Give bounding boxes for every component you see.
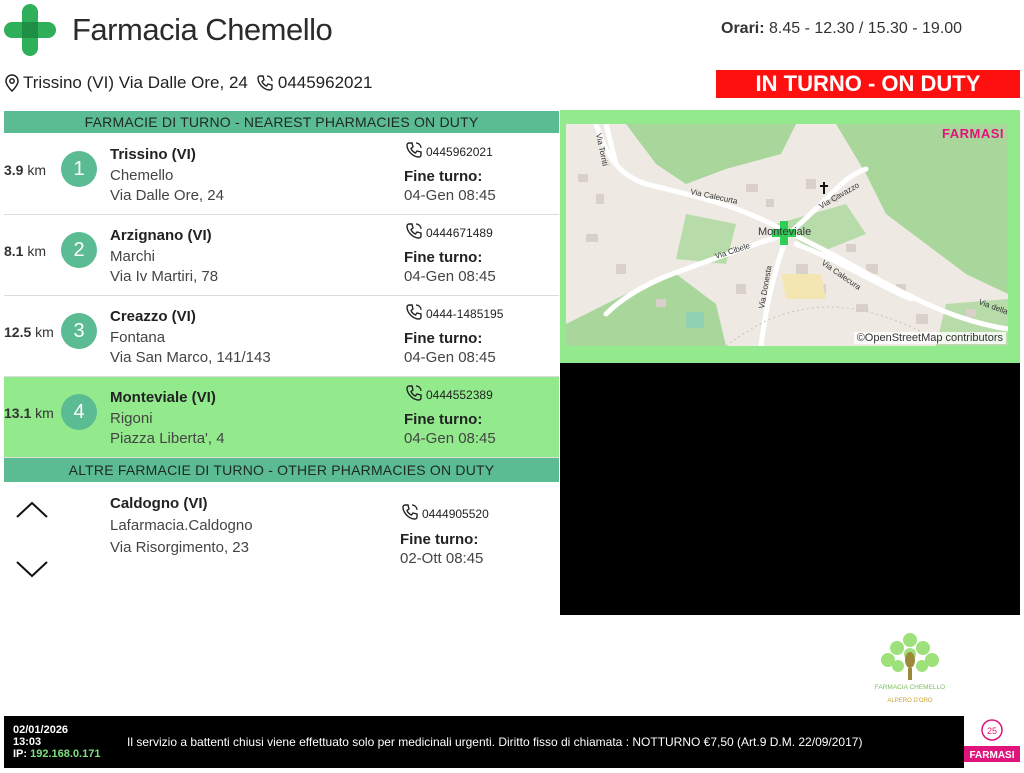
rank-badge: 1	[61, 151, 97, 187]
other-section-title: ALTRE FARMACIE DI TURNO - OTHER PHARMACI…	[4, 458, 559, 482]
pharmacy-phone[interactable]: 0444-1485195	[404, 303, 503, 321]
map-view[interactable]: Via Calecurta Via Cavazzo Via Cibele Via…	[566, 124, 1008, 346]
shift-end-value: 02-Ott 08:45	[400, 550, 484, 567]
address-row: Trissino (VI) Via Dalle Ore, 24 04459620…	[4, 73, 372, 93]
pharmacy-street: Via Dalle Ore, 24	[110, 187, 224, 204]
pharmacy-cross-logo	[4, 4, 56, 56]
media-display-area	[560, 363, 1020, 615]
location-pin-icon	[5, 74, 19, 92]
svg-text:25: 25	[987, 726, 997, 736]
map-credit[interactable]: ©OpenStreetMap contributors	[853, 332, 1006, 344]
pharmacy-name-item: Marchi	[110, 248, 156, 265]
map-panel: Via Calecurta Via Cavazzo Via Cibele Via…	[560, 110, 1020, 363]
other-pharmacy-row[interactable]: Caldogno (VI) Lafarmacia.Caldogno Via Ri…	[4, 483, 559, 603]
footer-datetime: 02/01/2026 13:03 IP: 192.168.0.171	[13, 724, 100, 760]
pharmacy-street: Via Iv Martiri, 78	[110, 268, 219, 285]
rank-badge: 2	[61, 232, 97, 268]
footer-date: 02/01/2026	[13, 724, 69, 736]
pharmacy-phone[interactable]: 0445962021	[404, 141, 493, 159]
pharmacy-name-item: Chemello	[110, 167, 174, 184]
pharmacy-name-item: Lafarmacia.Caldogno	[110, 517, 253, 534]
phone-icon	[257, 75, 273, 91]
footer-ip: IP: 192.168.0.171	[13, 748, 101, 760]
pharmacy-phone[interactable]: 0444552389	[404, 384, 493, 402]
shift-end-label: Fine turno:	[404, 168, 483, 185]
shift-end-label: Fine turno:	[404, 330, 483, 347]
phone-icon	[406, 142, 422, 158]
shift-end-value: 04-Gen 08:45	[404, 187, 496, 204]
pharmacy-row-selected[interactable]: 13.1 km 4 Monteviale (VI) Rigoni Piazza …	[4, 377, 559, 458]
pharmacy-street: Via Risorgimento, 23	[110, 539, 249, 556]
phone-icon	[406, 223, 422, 239]
place-label: Monteviale	[758, 226, 811, 238]
farmasi-footer-logo: 25 FARMASI	[964, 716, 1020, 768]
pharmacy-row[interactable]: 8.1 km 2 Arzignano (VI) Marchi Via Iv Ma…	[4, 215, 559, 296]
footer-time: 13:03	[13, 736, 42, 748]
chemello-tree-logo: FARMACIA CHEMELLO ALPERO D'ORO	[875, 633, 945, 704]
logo-subtext: ALPERO D'ORO	[887, 698, 932, 704]
pharmacy-city: Monteviale (VI)	[110, 389, 216, 406]
map-brand-logo: FARMASI	[942, 126, 1004, 141]
pharmacy-name: Farmacia Chemello	[72, 12, 333, 47]
pharmacy-street: Piazza Liberta', 4	[110, 430, 225, 447]
logo-text: FARMACIA CHEMELLO	[875, 684, 945, 691]
nearest-section-title: FARMACIE DI TURNO - NEAREST PHARMACIES O…	[4, 111, 559, 133]
map-canvas: Via Calecurta Via Cavazzo Via Cibele Via…	[566, 124, 1008, 346]
shift-end-value: 04-Gen 08:45	[404, 349, 496, 366]
distance: 13.1 km	[4, 405, 54, 421]
pharmacy-city: Arzignano (VI)	[110, 227, 212, 244]
distance: 3.9 km	[4, 162, 47, 178]
chevron-up-icon[interactable]	[14, 497, 50, 521]
hours-value: 8.45 - 12.30 / 15.30 - 19.00	[769, 20, 963, 37]
on-duty-badge: IN TURNO - ON DUTY	[716, 70, 1020, 98]
pharmacy-name-item: Fontana	[110, 329, 166, 346]
shift-end-value: 04-Gen 08:45	[404, 268, 496, 285]
distance: 8.1 km	[4, 243, 47, 259]
pharmacy-city: Trissino (VI)	[110, 146, 196, 163]
pharmacy-city: Caldogno (VI)	[110, 495, 208, 512]
pharmacy-street: Via San Marco, 141/143	[110, 349, 271, 366]
phone-icon	[406, 385, 422, 401]
phone-icon	[406, 304, 422, 320]
rank-badge: 4	[61, 394, 97, 430]
shift-end-label: Fine turno:	[400, 531, 479, 548]
pharmacy-phone[interactable]: 0444671489	[404, 222, 493, 240]
distance: 12.5 km	[4, 324, 54, 340]
footer-brand: FARMASI	[970, 750, 1015, 761]
opening-hours: Orari: 8.45 - 12.30 / 15.30 - 19.00	[721, 20, 962, 38]
footer-bar: 02/01/2026 13:03 IP: 192.168.0.171 Il se…	[4, 716, 1020, 768]
pharmacy-city: Creazzo (VI)	[110, 308, 196, 325]
pharmacy-phone[interactable]: 0444905520	[400, 503, 489, 521]
address-text: Trissino (VI) Via Dalle Ore, 24	[23, 73, 248, 92]
chevron-down-icon[interactable]	[14, 558, 50, 582]
pharmacy-name-item: Rigoni	[110, 410, 153, 427]
shift-end-label: Fine turno:	[404, 249, 483, 266]
header-phone[interactable]: 0445962021	[278, 73, 373, 93]
shift-end-value: 04-Gen 08:45	[404, 430, 496, 447]
phone-icon	[402, 504, 418, 520]
rank-badge: 3	[61, 313, 97, 349]
pharmacy-row[interactable]: 12.5 km 3 Creazzo (VI) Fontana Via San M…	[4, 296, 559, 377]
service-notice: Il servizio a battenti chiusi viene effe…	[127, 735, 863, 749]
hours-label: Orari:	[721, 20, 765, 37]
shift-end-label: Fine turno:	[404, 411, 483, 428]
pharmacy-row[interactable]: 3.9 km 1 Trissino (VI) Chemello Via Dall…	[4, 134, 559, 215]
